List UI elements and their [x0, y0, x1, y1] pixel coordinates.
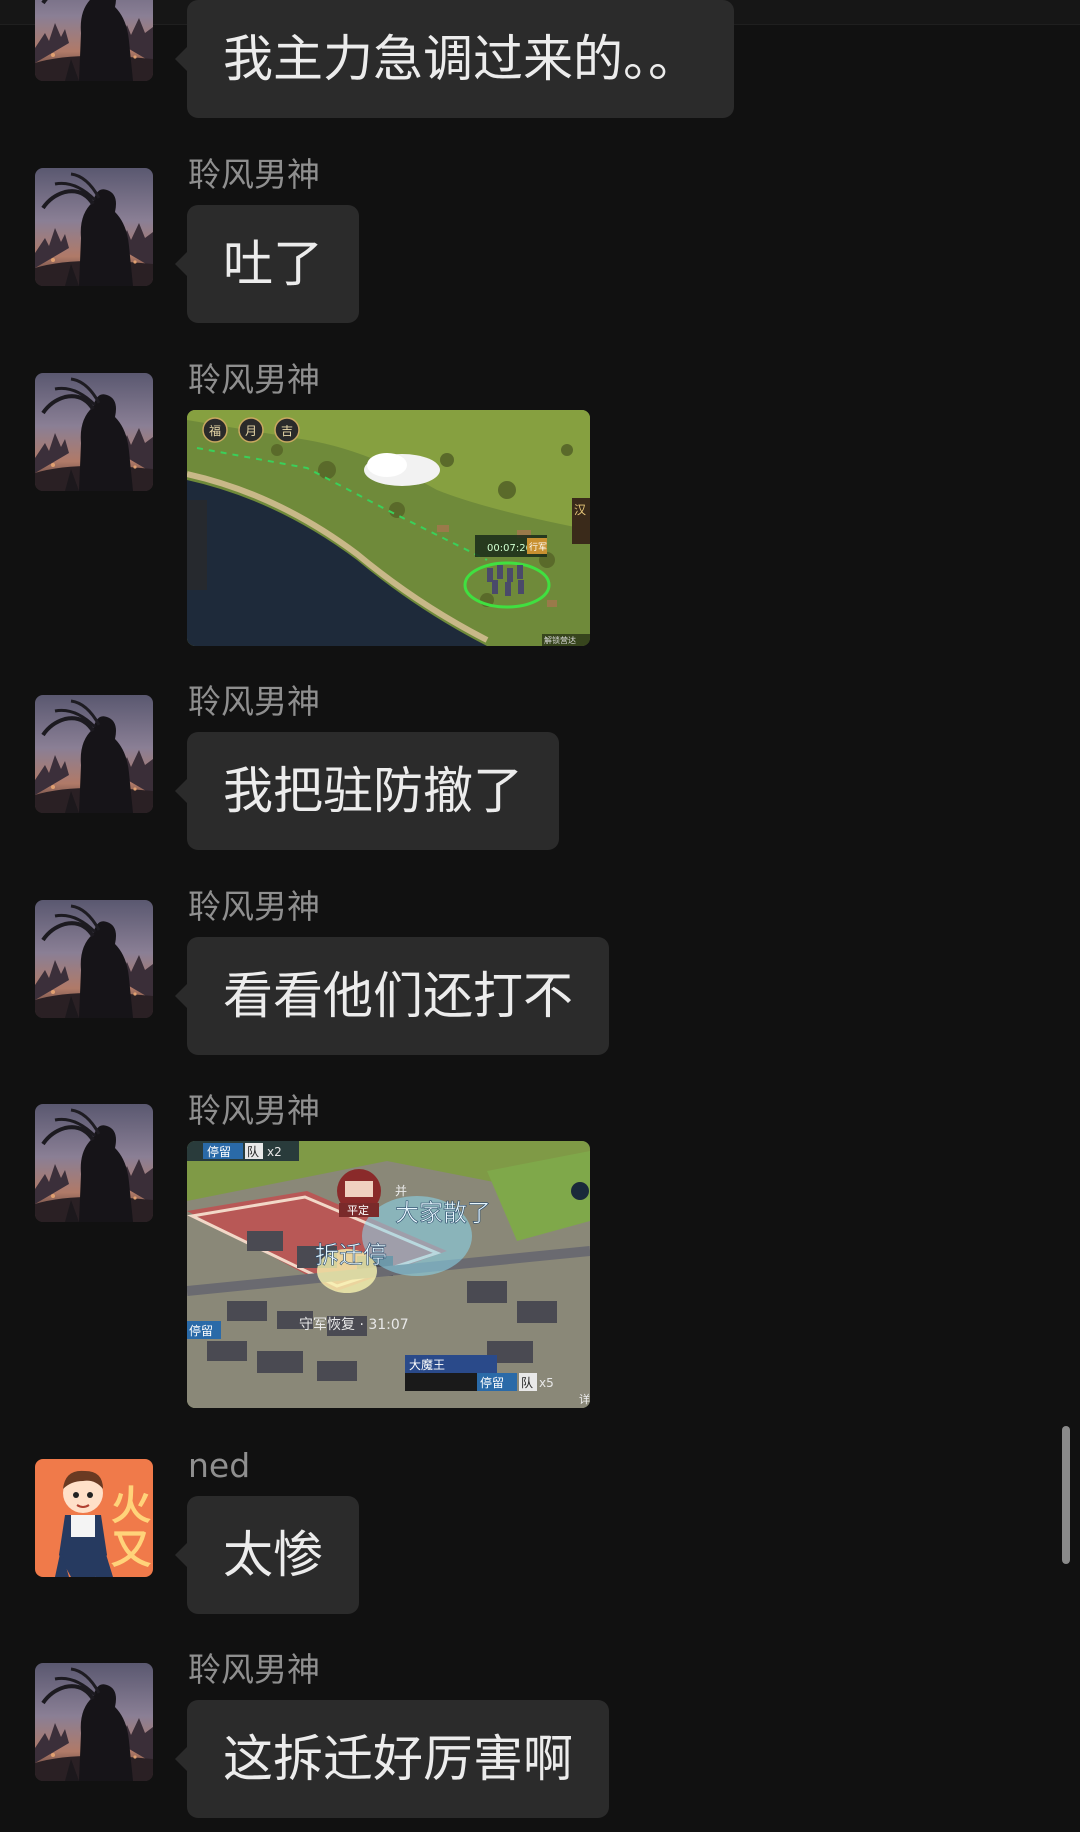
sender-name: 聆风男神: [188, 1650, 320, 1689]
city-left-tag: 停留: [189, 1323, 213, 1338]
city-corner-text: 详: [579, 1392, 590, 1406]
sender-name: ned: [188, 1446, 251, 1485]
avatar[interactable]: [35, 373, 153, 491]
message-text: 看看他们还打不: [223, 967, 573, 1025]
city-top-mult: x2: [267, 1145, 282, 1159]
avatar[interactable]: [35, 1663, 153, 1781]
avatar[interactable]: [35, 1104, 153, 1222]
scrollbar[interactable]: [1062, 1426, 1070, 1564]
avatar[interactable]: [35, 900, 153, 1018]
message-text: 我主力急调过来的。。: [223, 30, 698, 88]
message-text: 太惨: [223, 1526, 323, 1584]
message-bubble[interactable]: 看看他们还打不: [175, 937, 609, 1055]
message-bubble[interactable]: 我把驻防撤了: [175, 732, 559, 850]
message-text: 我把驻防撤了: [223, 762, 523, 820]
map-timer-text: 00:07:26: [487, 543, 532, 554]
message-text: 吐了: [223, 235, 323, 293]
map-top-buttons: 福 月 吉: [202, 417, 300, 443]
map-button-1: 福: [209, 423, 221, 438]
map-tag-text: 行军: [529, 541, 547, 553]
game-city-image[interactable]: 平定 并 大家散了 拆迁停 守军恢复 · 31:07 停留 队 x2 停留 大魔…: [187, 1141, 590, 1408]
map-button-2: 月: [245, 424, 257, 438]
sender-name: 聆风男神: [188, 1091, 320, 1130]
sender-name: 聆风男神: [188, 155, 320, 194]
city-bottom-tag: 停留: [480, 1375, 504, 1390]
avatar[interactable]: [35, 1459, 153, 1577]
sender-name: 聆风男神: [188, 887, 320, 926]
message-bubble[interactable]: 吐了: [175, 205, 359, 323]
message-bubble[interactable]: 太惨: [175, 1496, 359, 1614]
city-chat-2: 拆迁停: [315, 1241, 387, 1269]
game-map-image[interactable]: 00:07:26 行军 福 月 吉 汉 解锁营达: [187, 410, 590, 646]
avatar[interactable]: [35, 695, 153, 813]
city-chat-1: 大家散了: [395, 1199, 491, 1227]
city-flag-text: 并: [395, 1184, 407, 1198]
city-recover-text: 守军恢复 · 31:07: [299, 1316, 409, 1333]
avatar[interactable]: [35, 168, 153, 286]
city-bottom-mult: x5: [539, 1376, 554, 1390]
map-button-3: 吉: [281, 424, 293, 438]
city-player-name: 大魔王: [409, 1357, 445, 1372]
map-side-text: 汉: [574, 503, 586, 517]
city-badge-text: 平定: [347, 1203, 369, 1217]
sender-name: 聆风男神: [188, 360, 320, 399]
city-bottom-count: 队: [521, 1375, 533, 1390]
map-corner-text: 解锁营达: [544, 635, 576, 645]
chat-list[interactable]: 我主力急调过来的。。 聆风男神 吐了 聆风男神 00:07:26 行军 福 月 …: [0, 0, 1080, 1832]
message-bubble[interactable]: 这拆迁好厉害啊: [175, 1700, 609, 1818]
message-text: 这拆迁好厉害啊: [223, 1730, 573, 1788]
sender-name: 聆风男神: [188, 682, 320, 721]
city-top-tag: 停留: [207, 1144, 231, 1159]
city-top-count: 队: [247, 1144, 259, 1159]
avatar[interactable]: [35, 0, 153, 81]
message-bubble[interactable]: 我主力急调过来的。。: [175, 0, 734, 118]
